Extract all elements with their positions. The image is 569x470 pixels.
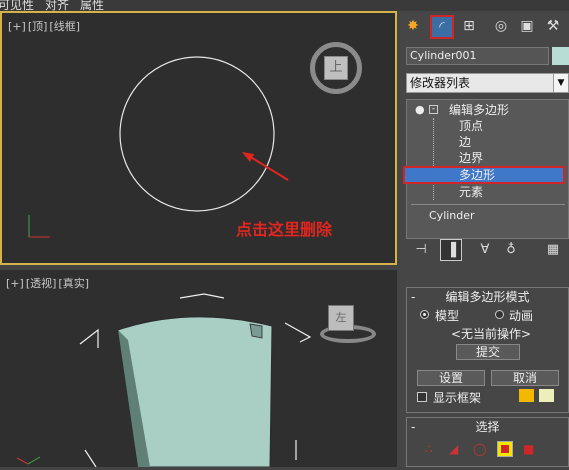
hierarchy-icon[interactable]: ⊞	[458, 15, 480, 37]
object-name-field[interactable]: Cylinder001	[406, 47, 549, 65]
show-cage-label: 显示框架	[433, 391, 482, 405]
polygon-select-icon[interactable]	[497, 441, 513, 457]
rollout-title[interactable]: - 编辑多边形模式	[407, 288, 568, 306]
utilities-icon[interactable]: ⚒	[542, 15, 564, 37]
stack-subobj-label: 多边形	[459, 168, 496, 182]
radio-model[interactable]	[420, 310, 429, 319]
stack-subobj-border[interactable]: 边界	[407, 150, 569, 166]
viewcube-top[interactable]: 上	[310, 42, 362, 94]
show-cage-checkbox[interactable]	[417, 392, 427, 402]
motion-icon[interactable]: ◎	[490, 15, 512, 37]
pin-stack-icon[interactable]: ⊣	[410, 239, 432, 261]
viewcube-persp[interactable]: 左	[320, 305, 376, 345]
rollout-title-label: 编辑多边形模式	[445, 290, 530, 304]
stack-divider	[411, 204, 565, 205]
cylinder-cut-edge	[249, 323, 263, 339]
vertex-select-icon[interactable]: ∴	[425, 442, 433, 456]
rollout-selection: - 选择 ∴ ◢ ◯ ■	[406, 417, 569, 467]
edge-select-icon[interactable]: ◢	[449, 442, 458, 456]
stack-subobj-label: 顶点	[459, 119, 484, 133]
cylinder-top-outline[interactable]	[119, 56, 275, 212]
create-icon[interactable]: ✸	[402, 15, 424, 37]
annotation-text: 点击这里删除	[236, 220, 333, 239]
stack-modifier-label: 编辑多边形	[449, 103, 510, 117]
annotation-arrowhead	[242, 152, 254, 162]
stack-base-label: Cylinder	[429, 209, 475, 222]
cage-color-1[interactable]	[519, 389, 534, 402]
modifier-list-label: 修改器列表	[410, 76, 471, 90]
radio-animate-label: 动画	[509, 309, 534, 323]
stack-subobj-polygon[interactable]: 多边形	[403, 166, 565, 184]
modify-icon[interactable]: ◜	[430, 15, 454, 39]
stack-subobj-vertex[interactable]: 顶点	[407, 118, 569, 134]
display-icon[interactable]: ▣	[516, 15, 538, 37]
menu-bar: 可见性 对齐 属性	[0, 0, 569, 12]
radio-animate[interactable]	[495, 310, 504, 319]
stack-subobj-edge[interactable]: 边	[407, 134, 569, 150]
command-panel: ✸ ◜ ⊞ ◎ ▣ ⚒ Cylinder001 修改器列表 ▼ ● - 编辑多边…	[400, 11, 569, 467]
stack-item-edit-poly[interactable]: ● - 编辑多边形	[407, 102, 569, 118]
make-unique-icon[interactable]: ∀	[474, 239, 496, 261]
chevron-down-icon[interactable]: ▼	[553, 74, 568, 92]
modifier-list-dropdown[interactable]: 修改器列表 ▼	[406, 73, 569, 93]
cage-color-2[interactable]	[539, 389, 554, 402]
element-select-icon[interactable]: ■	[523, 442, 534, 456]
rollout-edit-poly-mode: - 编辑多边形模式 模型 动画 <无当前操作> 提交 设置 取消 显示框架	[406, 287, 569, 413]
viewport-top[interactable]: [+] [顶] [线框] 上	[0, 11, 397, 265]
bulb-icon[interactable]: ●	[415, 102, 425, 118]
border-select-icon[interactable]: ◯	[473, 442, 486, 456]
viewcube-face[interactable]: 上	[324, 56, 348, 80]
commit-button[interactable]: 提交	[456, 344, 520, 360]
stack-item-cylinder[interactable]: Cylinder	[407, 208, 569, 224]
stack-subobj-label: 边界	[459, 151, 484, 165]
rollout-title[interactable]: - 选择	[407, 418, 568, 436]
object-color-swatch[interactable]	[552, 47, 569, 65]
axis-tripod-persp	[16, 456, 41, 465]
stack-toolbar: ⊣ ▐ ∀ ♁ ▦	[406, 239, 569, 265]
stack-subobj-label: 边	[459, 135, 472, 149]
viewcube-face[interactable]: 左	[328, 305, 354, 331]
current-operation-status: <无当前操作>	[451, 327, 532, 341]
cancel-button[interactable]: 取消	[491, 370, 559, 386]
show-end-result-icon[interactable]: ▐	[440, 239, 462, 261]
viewport-persp-canvas	[79, 293, 312, 467]
radio-model-label: 模型	[435, 309, 460, 323]
remove-modifier-icon[interactable]: ♁	[500, 239, 522, 261]
stack-subobj-label: 元素	[459, 185, 484, 199]
rollout-title-label: 选择	[475, 420, 500, 434]
configure-sets-icon[interactable]: ▦	[542, 239, 564, 261]
modifier-stack[interactable]: ● - 编辑多边形 顶点 边 边界 多边形 元素 Cylinder	[403, 99, 569, 239]
viewport-perspective[interactable]: [+] [透视] [真实] 左	[0, 270, 397, 467]
collapse-icon[interactable]: -	[429, 105, 438, 114]
settings-button[interactable]: 设置	[417, 370, 485, 386]
stack-subobj-element[interactable]: 元素	[407, 184, 569, 200]
